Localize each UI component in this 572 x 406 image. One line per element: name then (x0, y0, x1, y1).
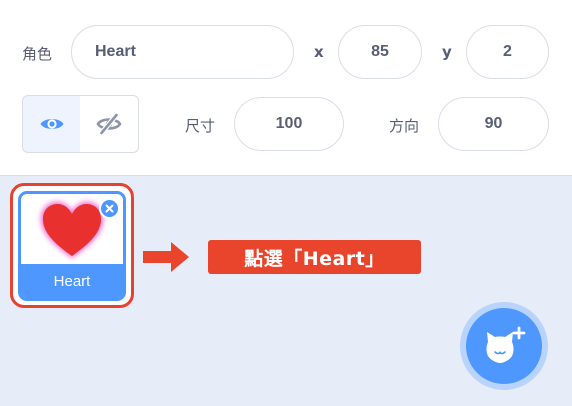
sprite-name-field[interactable]: Heart (71, 25, 294, 79)
sprite-label: 角色 (22, 45, 53, 63)
x-position-field[interactable]: 85 (338, 25, 422, 79)
arrow-right-icon (143, 242, 189, 272)
sprite-name-label: Heart (21, 264, 123, 298)
x-label: x (314, 43, 324, 61)
choose-sprite-button[interactable] (460, 302, 548, 390)
delete-sprite-button[interactable] (99, 198, 120, 219)
direction-field[interactable]: 90 (438, 97, 549, 151)
size-field[interactable]: 100 (234, 97, 344, 151)
y-position-field[interactable]: 2 (466, 25, 549, 79)
direction-label: 方向 (389, 117, 420, 135)
close-icon (105, 204, 114, 213)
sprite-tile-highlight: Heart (10, 183, 134, 308)
eye-icon (40, 119, 63, 129)
instruction-callout: 點選「Heart」 (208, 240, 421, 274)
show-sprite-button[interactable] (22, 95, 81, 153)
eye-slash-icon (96, 113, 122, 135)
size-label: 尺寸 (185, 117, 216, 135)
sprite-info-panel: 角色 Heart x 85 y 2 尺寸 100 方向 90 (0, 0, 572, 176)
y-label: y (442, 43, 452, 61)
choose-sprite-inner (466, 308, 542, 384)
cat-plus-icon (486, 326, 526, 363)
hide-sprite-button[interactable] (80, 95, 139, 153)
